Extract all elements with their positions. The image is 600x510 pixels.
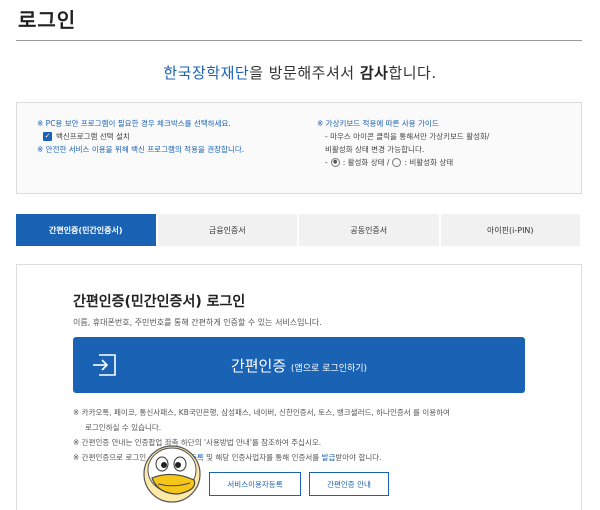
vaccine-checkbox-row[interactable]: ✓ 백신프로그램 선택 설치 — [37, 130, 244, 143]
vaccine-recommend-line: ※ 안전한 서비스 이용을 위해 백신 프로그램의 적용을 권장합니다. — [37, 145, 245, 154]
tab-ipin[interactable]: 아이핀(i-PIN) — [440, 214, 580, 246]
welcome-end: 합니다. — [388, 64, 437, 82]
title-divider — [16, 40, 582, 41]
vk-state-dash: - — [325, 158, 328, 167]
vaccine-checkbox-label[interactable]: 백신프로그램 선택 설치 — [56, 130, 130, 143]
login-button-main: 간편인증 — [230, 357, 287, 375]
login-button-label: 간편인증 (앱으로 로그인하기) — [73, 355, 525, 376]
security-notice: ※ PC용 보안 프로그램이 필요한 경우 체크박스를 선택하세요. ✓ 백신프… — [37, 117, 244, 156]
welcome-org-name: 한국장학재단 — [163, 64, 250, 82]
welcome-message: 한국장학재단을 방문해주셔서 감사합니다. — [0, 62, 600, 83]
mouse-active-icon: ● — [330, 158, 340, 167]
tab-simple-auth[interactable]: 간편인증(민간인증서) — [16, 214, 156, 246]
mascot-character — [143, 445, 201, 503]
tab-joint-cert[interactable]: 공동인증서 — [299, 214, 439, 246]
note-providers-cont: 로그인하실 수 있습니다. — [85, 423, 162, 432]
vk-inactive-label: : 비활성화 상태 — [404, 158, 454, 167]
security-notice-line: ※ PC용 보안 프로그램이 필요한 경우 체크박스를 선택하세요. — [37, 119, 231, 128]
vk-guide-title: ※ 가상키보드 적용에 따른 사용 가이드 — [317, 119, 439, 128]
vk-guide-line: - 마우스 아이콘 클릭을 통해서만 가상키보드 활성화/ — [325, 132, 490, 141]
panel-title: 간편인증(민간인증서) 로그인 — [73, 294, 246, 310]
simple-auth-login-button[interactable]: 간편인증 (앱으로 로그인하기) — [73, 337, 525, 393]
note-registration-text-2: 및 해당 인증사업자를 통해 인증서를 — [203, 453, 322, 462]
virtual-keyboard-guide: ※ 가상키보드 적용에 따른 사용 가이드 - 마우스 아이콘 클릭을 통해서만… — [317, 117, 489, 169]
notice-box: ※ PC용 보안 프로그램이 필요한 경우 체크박스를 선택하세요. ✓ 백신프… — [16, 102, 582, 194]
welcome-text: 을 방문해주셔서 — [249, 64, 360, 82]
welcome-thanks: 감사 — [359, 64, 389, 82]
service-register-button[interactable]: 서비스이용자등록 — [209, 472, 301, 496]
panel-description: 이름, 휴대폰번호, 주민번호를 통해 간편하게 인증할 수 있는 서비스입니다… — [73, 318, 322, 327]
login-method-tabs: 간편인증(민간인증서) 금융인증서 공동인증서 아이핀(i-PIN) — [16, 214, 580, 246]
note-registration-text-3: 받아야 합니다. — [335, 453, 382, 462]
vk-active-label: : 활성화 상태 / — [342, 158, 390, 167]
vk-state-legend: - ● : 활성화 상태 / : 비활성화 상태 — [317, 156, 489, 169]
tab-financial-cert[interactable]: 금융인증서 — [157, 214, 297, 246]
page-title: 로그인 — [18, 8, 77, 32]
issue-link[interactable]: 발급 — [322, 453, 336, 462]
mouse-inactive-icon — [392, 158, 402, 167]
note-providers: ※ 카카오톡, 페이코, 통신사패스, KB국민은행, 삼성패스, 네이버, 신… — [73, 408, 450, 417]
vaccine-checkbox[interactable]: ✓ — [43, 132, 52, 141]
login-button-sub: (앱으로 로그인하기) — [290, 364, 368, 374]
simple-auth-guide-button[interactable]: 간편인증 안내 — [309, 472, 389, 496]
vk-guide-line-2: 비활성화 상태 변경 가능합니다. — [325, 145, 425, 154]
